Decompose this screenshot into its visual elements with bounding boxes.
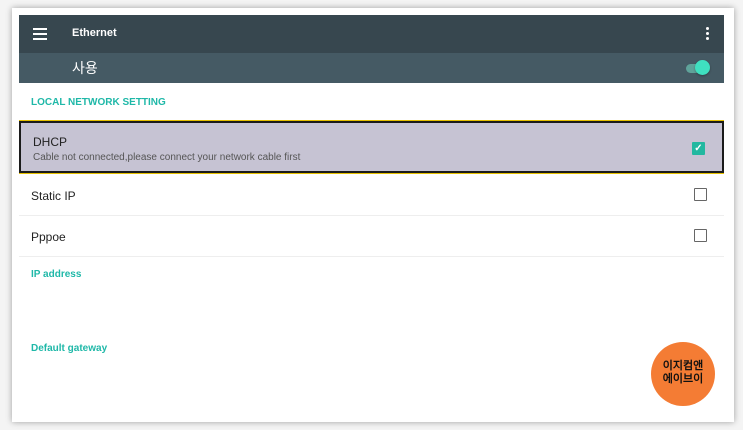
page-title: Ethernet [72, 27, 117, 39]
watermark-line2: 에이브이 [662, 373, 704, 385]
settings-screen: Ethernet 사용 LOCAL NETWORK SETTING DHCP C… [19, 15, 724, 420]
watermark-line1: 이지컴앤 [662, 360, 704, 372]
option-dhcp-label: DHCP [33, 135, 68, 149]
toggle-thumb [695, 60, 710, 75]
section-ip-address: IP address [31, 269, 82, 280]
dhcp-checkbox[interactable]: ✓ [692, 142, 705, 155]
option-static-ip-label: Static IP [31, 189, 76, 203]
static-ip-checkbox[interactable] [694, 188, 707, 201]
option-pppoe-label: Pppoe [31, 230, 66, 244]
app-toolbar: Ethernet [19, 15, 724, 53]
option-pppoe[interactable]: Pppoe [19, 216, 724, 257]
more-vert-icon[interactable] [706, 27, 710, 42]
enable-switch-bar[interactable]: 사용 [19, 53, 724, 83]
option-dhcp-subtitle: Cable not connected,please connect your … [33, 152, 301, 163]
section-default-gateway: Default gateway [31, 343, 108, 354]
option-static-ip[interactable]: Static IP [19, 175, 724, 216]
enable-label: 사용 [72, 60, 98, 76]
pppoe-checkbox[interactable] [694, 229, 707, 242]
watermark-logo: 이지컴앤 에이브이 [651, 342, 715, 406]
section-local-network: LOCAL NETWORK SETTING [31, 97, 166, 108]
menu-icon[interactable] [33, 28, 47, 40]
option-dhcp[interactable]: DHCP Cable not connected,please connect … [19, 121, 724, 173]
enable-toggle[interactable] [686, 60, 710, 76]
